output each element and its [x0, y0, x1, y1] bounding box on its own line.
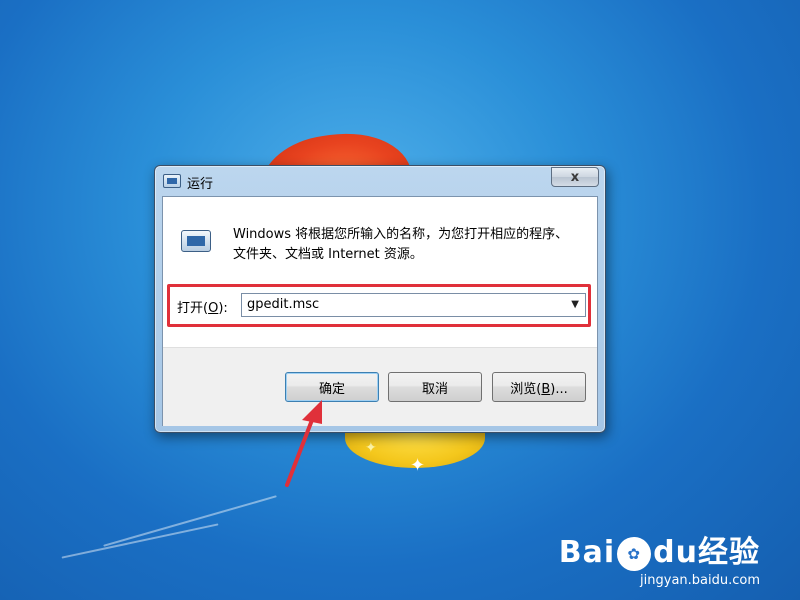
- dialog-description: Windows 将根据您所输入的名称，为您打开相应的程序、 文件夹、文档或 In…: [233, 225, 583, 265]
- dropdown-arrow-icon[interactable]: ▼: [571, 299, 579, 310]
- ok-button[interactable]: 确定: [285, 372, 379, 402]
- open-label-suffix: ):: [218, 301, 228, 316]
- dialog-title: 运行: [187, 177, 214, 192]
- brand-bai: Bai: [558, 535, 616, 570]
- browse-label-prefix: 浏览(: [510, 381, 542, 397]
- paw-icon: ✿: [617, 536, 652, 571]
- browse-label-key: B: [541, 381, 551, 397]
- cancel-button-label: 取消: [421, 381, 448, 397]
- open-input-value[interactable]: gpedit.msc: [247, 297, 319, 312]
- baidu-watermark: Bai ✿ du经验 jingyan.baidu.com: [559, 527, 760, 588]
- flower-decoration: ✦: [365, 440, 377, 456]
- ok-button-label: 确定: [318, 381, 345, 397]
- dialog-client: Windows 将根据您所输入的名称，为您打开相应的程序、 文件夹、文档或 In…: [162, 196, 598, 426]
- flower-decoration: ✦: [410, 455, 426, 476]
- watermark-url: jingyan.baidu.com: [640, 573, 760, 588]
- run-dialog: 运行 x Windows 将根据您所输入的名称，为您打开相应的程序、 文件夹、文…: [154, 165, 606, 433]
- light-streak: [61, 523, 219, 559]
- close-button[interactable]: x: [551, 167, 599, 187]
- browse-button[interactable]: 浏览(B)...: [492, 372, 586, 402]
- description-line-2: 文件夹、文档或 Internet 资源。: [233, 247, 423, 262]
- button-bar: 确定 取消 浏览(B)...: [163, 347, 597, 426]
- program-icon: [181, 230, 211, 252]
- close-icon: x: [570, 169, 580, 185]
- open-label-key: O: [208, 301, 219, 316]
- brand-jingyan: 经验: [698, 535, 760, 570]
- cancel-button[interactable]: 取消: [388, 372, 482, 402]
- description-line-1: Windows 将根据您所输入的名称，为您打开相应的程序、: [233, 227, 569, 242]
- open-combobox[interactable]: gpedit.msc ▼: [241, 293, 586, 317]
- brand-du: du: [653, 535, 698, 570]
- browse-label-suffix: )...: [550, 381, 568, 397]
- browse-button-label: 浏览(B)...: [510, 378, 567, 397]
- open-label: 打开(O):: [177, 297, 228, 316]
- title-bar[interactable]: 运行 x: [155, 166, 605, 196]
- baidu-logo: Bai ✿ du经验: [559, 527, 760, 571]
- run-icon: [163, 174, 181, 188]
- light-streak: [103, 495, 277, 547]
- open-label-prefix: 打开(: [177, 301, 209, 316]
